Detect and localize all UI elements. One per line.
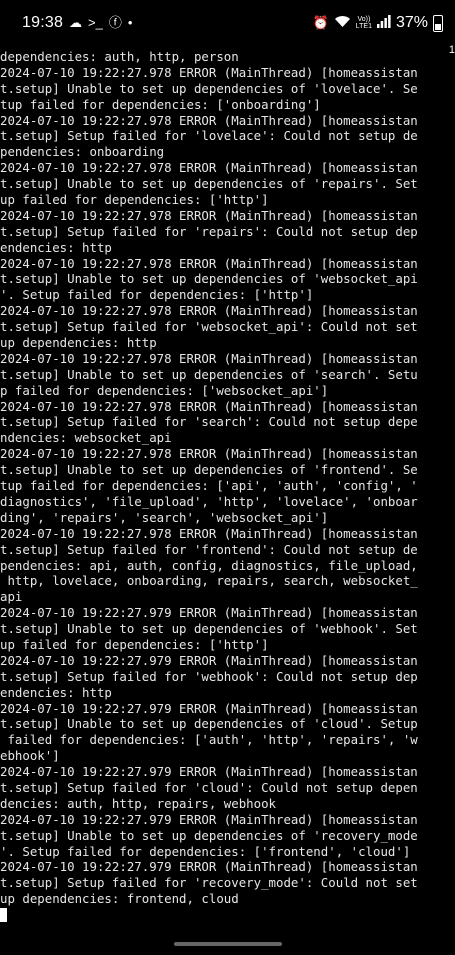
terminal-line: dependencies: auth, http, person	[0, 49, 239, 64]
terminal-line: p failed for dependencies: ['websocket_a…	[0, 382, 329, 398]
terminal-line: diagnostics', 'file_upload', 'http', 'lo…	[0, 493, 418, 509]
wifi-icon	[334, 15, 351, 32]
terminal-line: endencies: http	[0, 684, 112, 700]
terminal-line: 2024-07-10 19:22:27.978 ERROR (MainThrea…	[0, 255, 418, 271]
terminal-line: 2024-07-10 19:22:27.978 ERROR (MainThrea…	[0, 112, 418, 128]
terminal-line: t.setup] Unable to set up dependencies o…	[0, 716, 418, 732]
facebook-icon: ⓕ	[108, 15, 122, 30]
terminal-line: 2024-07-10 19:22:27.979 ERROR (MainThrea…	[0, 652, 418, 668]
terminal-line: t.setup] Unable to set up dependencies o…	[0, 176, 418, 192]
signal-icon	[376, 14, 391, 32]
terminal-line: 2024-07-10 19:22:27.978 ERROR (MainThrea…	[0, 64, 418, 80]
terminal-prompt-line	[0, 907, 455, 923]
terminal-line: t.setup] Setup failed for 'repairs': Cou…	[0, 223, 418, 239]
status-bar: 19:38 ☁ >_ ⓕ • ⏰ Vo)) LTE1 37%	[0, 0, 455, 46]
terminal-line: up dependencies: http	[0, 335, 157, 351]
terminal-line: up failed for dependencies: ['http']	[0, 192, 269, 208]
navigation-bar	[0, 929, 455, 955]
terminal-line: ndencies: websocket_api	[0, 430, 172, 446]
terminal-line: t.setup] Unable to set up dependencies o…	[0, 366, 418, 382]
terminal-line: ebhook']	[0, 748, 60, 764]
battery-icon	[433, 14, 443, 32]
status-bar-right: ⏰ Vo)) LTE1 37%	[313, 14, 443, 32]
terminal-line: 2024-07-10 19:22:27.979 ERROR (MainThrea…	[0, 859, 418, 875]
terminal-output[interactable]: dependencies: auth, http, person 2024-07-…	[0, 49, 455, 929]
clock: 19:38	[22, 14, 64, 31]
volte-label: Vo)) LTE1	[355, 16, 372, 30]
terminal-line: 2024-07-10 19:22:27.978 ERROR (MainThrea…	[0, 207, 418, 223]
terminal-cursor	[0, 908, 7, 923]
terminal-line: http, lovelace, onboarding, repairs, sea…	[0, 573, 418, 589]
terminal-line: 2024-07-10 19:22:27.979 ERROR (MainThrea…	[0, 811, 418, 827]
terminal-icon: >_	[88, 15, 103, 30]
terminal-line: t.setup] Setup failed for 'search': Coul…	[0, 414, 418, 430]
terminal-line: t.setup] Unable to set up dependencies o…	[0, 827, 418, 843]
terminal-line: 2024-07-10 19:22:27.978 ERROR (MainThrea…	[0, 350, 418, 366]
terminal-line: t.setup] Setup failed for 'recovery_mode…	[0, 875, 418, 891]
terminal-line: t.setup] Unable to set up dependencies o…	[0, 271, 418, 287]
terminal-line: 2024-07-10 19:22:27.978 ERROR (MainThrea…	[0, 398, 418, 414]
terminal-line: 2024-07-10 19:22:27.979 ERROR (MainThrea…	[0, 764, 418, 780]
terminal-line: failed for dependencies: ['auth', 'http'…	[0, 732, 418, 748]
terminal-line: t.setup] Unable to set up dependencies o…	[0, 621, 418, 637]
terminal-line: t.setup] Setup failed for 'frontend': Co…	[0, 541, 418, 557]
terminal-line: t.setup] Unable to set up dependencies o…	[0, 462, 418, 478]
home-gesture-bar[interactable]	[174, 942, 282, 946]
terminal-line: dencies: auth, http, repairs, webhook	[0, 795, 277, 811]
phone-screen: 19:38 ☁ >_ ⓕ • ⏰ Vo)) LTE1 37% 1 depende…	[0, 0, 455, 955]
weather-icon: ☁	[69, 15, 83, 30]
terminal-line: 2024-07-10 19:22:27.978 ERROR (MainThrea…	[0, 446, 418, 462]
terminal-line: 2024-07-10 19:22:27.978 ERROR (MainThrea…	[0, 160, 418, 176]
terminal-line: 2024-07-10 19:22:27.978 ERROR (MainThrea…	[0, 525, 418, 541]
status-bar-left: 19:38 ☁ >_ ⓕ •	[22, 14, 132, 32]
terminal-line: t.setup] Setup failed for 'websocket_api…	[0, 319, 418, 335]
terminal-line: ding', 'repairs', 'search', 'websocket_a…	[0, 509, 329, 525]
terminal-line: api	[0, 589, 23, 605]
terminal-line: pendencies: api, auth, config, diagnosti…	[0, 557, 418, 573]
terminal-line: '. Setup failed for dependencies: ['http…	[0, 287, 314, 303]
notification-dot-icon: •	[127, 15, 133, 30]
terminal-line: tup failed for dependencies: ['api', 'au…	[0, 478, 418, 494]
terminal-line: tup failed for dependencies: ['onboardin…	[0, 96, 321, 112]
terminal-line: t.setup] Setup failed for 'webhook': Cou…	[0, 668, 418, 684]
terminal-line: up dependencies: frontend, cloud	[0, 891, 239, 907]
terminal-line: t.setup] Setup failed for 'cloud': Could…	[0, 779, 418, 795]
terminal-line: t.setup] Setup failed for 'lovelace': Co…	[0, 128, 418, 144]
terminal-line: 2024-07-10 19:22:27.978 ERROR (MainThrea…	[0, 303, 418, 319]
terminal-line: 2024-07-10 19:22:27.979 ERROR (MainThrea…	[0, 605, 418, 621]
terminal-line: endencies: http	[0, 239, 112, 255]
alarm-icon: ⏰	[312, 15, 329, 30]
terminal-line: pendencies: onboarding	[0, 144, 165, 160]
terminal-line: up failed for dependencies: ['http']	[0, 636, 269, 652]
terminal-line: t.setup] Unable to set up dependencies o…	[0, 80, 418, 96]
terminal-line: '. Setup failed for dependencies: ['fron…	[0, 843, 411, 859]
terminal-line: 2024-07-10 19:22:27.979 ERROR (MainThrea…	[0, 700, 418, 716]
battery-percent: 37%	[395, 14, 428, 31]
